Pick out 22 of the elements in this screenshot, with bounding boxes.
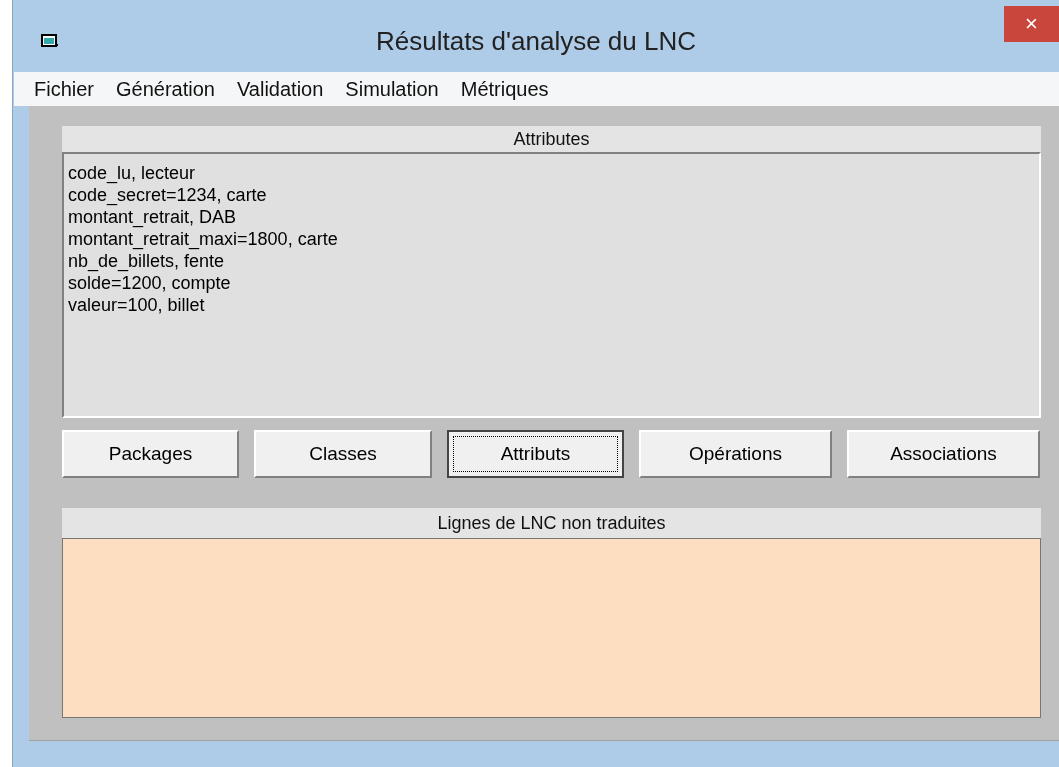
tab-button[interactable]: Packages [62, 430, 239, 478]
menu-item[interactable]: Fichier [34, 74, 94, 104]
window-icon [41, 34, 59, 48]
menu-item[interactable]: Simulation [345, 74, 439, 104]
tab-button[interactable]: Opérations [639, 430, 832, 478]
tab-button[interactable]: Classes [254, 430, 432, 478]
list-item[interactable]: solde=1200, compte [68, 272, 1035, 294]
list-item[interactable]: code_secret=1234, carte [68, 184, 1035, 206]
list-item[interactable]: montant_retrait, DAB [68, 206, 1035, 228]
panel-header: Lignes de LNC non traduites [62, 508, 1041, 538]
close-button[interactable]: × [1004, 6, 1059, 42]
list-item[interactable]: nb_de_billets, fente [68, 250, 1035, 272]
list-item[interactable]: montant_retrait_maxi=1800, carte [68, 228, 1035, 250]
tab-button[interactable]: Attributs [447, 430, 624, 478]
menu-item[interactable]: Validation [237, 74, 324, 104]
window-title: Résultats d'analyse du LNC [376, 24, 696, 58]
menu-item[interactable]: Métriques [460, 74, 549, 104]
list-item[interactable]: code_lu, lecteur [68, 162, 1035, 184]
list-item[interactable]: valeur=100, billet [68, 294, 1035, 316]
tab-button[interactable]: Associations [847, 430, 1040, 478]
panel-header: Attributes [62, 126, 1041, 152]
menu-item[interactable]: Génération [116, 74, 215, 104]
